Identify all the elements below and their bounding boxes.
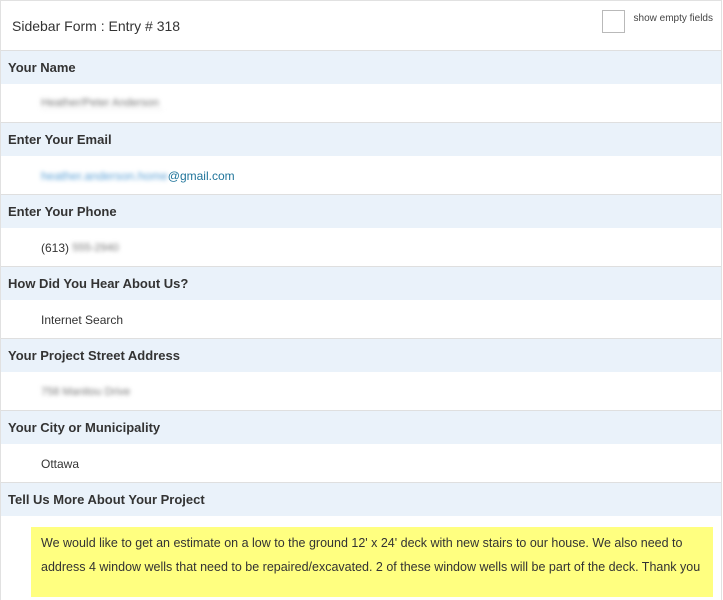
field-value-project-wrap: We would like to get an estimate on a lo… bbox=[1, 517, 721, 597]
field-value-city: Ottawa bbox=[1, 445, 721, 483]
show-empty-fields-toggle[interactable]: show empty fields bbox=[601, 10, 713, 33]
field-value-phone: (613) 555-2940 bbox=[1, 229, 721, 267]
email-link[interactable]: heather.anderson.home@gmail.com bbox=[41, 169, 235, 183]
field-value-referral: Internet Search bbox=[1, 301, 721, 339]
show-empty-fields-label[interactable]: show empty fields bbox=[634, 13, 713, 24]
field-value-name: Heather/Peter Anderson bbox=[1, 85, 721, 123]
field-label-address: Your Project Street Address bbox=[1, 339, 721, 373]
field-value-email: heather.anderson.home@gmail.com bbox=[1, 157, 721, 195]
entry-panel: Sidebar Form : Entry # 318 show empty fi… bbox=[0, 0, 722, 600]
name-value-redacted: Heather/Peter Anderson bbox=[41, 97, 164, 110]
phone-area-code: (613) bbox=[41, 240, 70, 255]
email-user-redacted: heather.anderson.home bbox=[41, 168, 168, 183]
entry-title: Sidebar Form : Entry # 318 bbox=[12, 18, 181, 34]
address-value-redacted: 758 Manitou Drive bbox=[41, 385, 131, 398]
field-label-phone: Enter Your Phone bbox=[1, 195, 721, 229]
field-label-city: Your City or Municipality bbox=[1, 411, 721, 445]
phone-number-redacted: 555-2940 bbox=[72, 241, 119, 254]
field-label-name: Your Name bbox=[1, 51, 721, 85]
field-label-project: Tell Us More About Your Project bbox=[1, 483, 721, 517]
email-domain: @gmail.com bbox=[167, 168, 235, 183]
field-label-email: Enter Your Email bbox=[1, 123, 721, 157]
field-value-project: We would like to get an estimate on a lo… bbox=[31, 527, 713, 597]
entry-header: Sidebar Form : Entry # 318 show empty fi… bbox=[1, 1, 721, 51]
show-empty-fields-checkbox[interactable] bbox=[601, 10, 625, 33]
field-value-address: 758 Manitou Drive bbox=[1, 373, 721, 411]
field-label-referral: How Did You Hear About Us? bbox=[1, 267, 721, 301]
